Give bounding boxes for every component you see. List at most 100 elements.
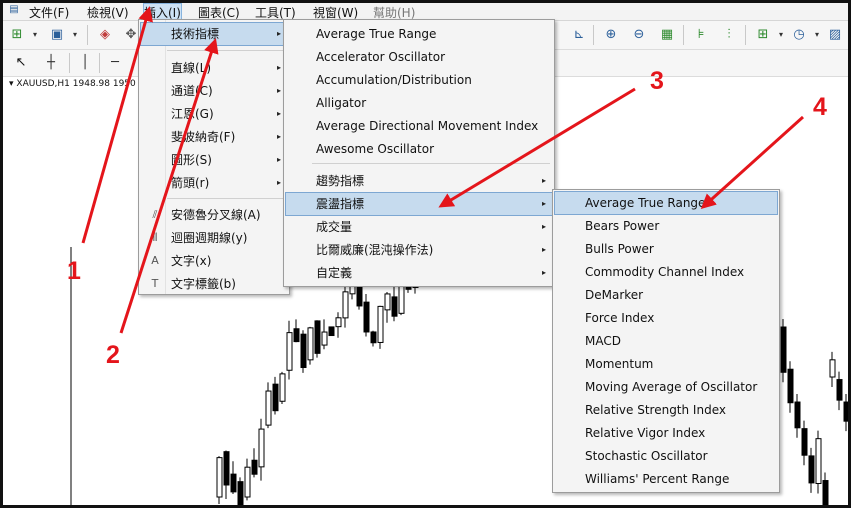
dropdown-arrow-icon[interactable]: ▾ (771, 25, 791, 45)
indicator-menu-item-label: Accumulation/Distribution (316, 73, 472, 87)
menu-view[interactable]: 檢視(V) (87, 4, 129, 21)
oscillator-menu-item[interactable]: DeMarker (555, 284, 777, 306)
market-watch-icon[interactable]: ◈ (95, 25, 115, 45)
candle-body (314, 320, 321, 354)
insert-menu-item[interactable]: 通道(C) ▸ (141, 80, 287, 102)
oscillator-menu-item-label: MACD (585, 334, 621, 348)
cursor-icon[interactable]: ↖ (11, 53, 31, 73)
indicator-menu-item-label: 比爾威廉(混沌操作法) (316, 243, 434, 257)
submenu-arrow-icon: ▸ (276, 178, 281, 187)
auto-scroll-icon[interactable]: ⊧ (691, 25, 711, 45)
oscillator-menu-item[interactable]: Relative Vigor Index (555, 422, 777, 444)
oscillator-menu-item[interactable]: Relative Strength Index (555, 399, 777, 421)
oscillator-menu-item[interactable]: Moving Average of Oscillator (555, 376, 777, 398)
indicator-menu-item-label: 成交量 (316, 220, 353, 234)
oscillator-menu-item-label: Bears Power (585, 219, 660, 233)
candle-body (307, 327, 314, 361)
indicator-menu-item-label: Average Directional Movement Index (316, 119, 539, 133)
submenu-arrow-icon: ▸ (541, 199, 546, 208)
candle-body (822, 480, 829, 505)
indicator-menu-item[interactable]: Average True Range (286, 23, 552, 45)
oscillator-menu-item[interactable]: Average True Range (554, 191, 778, 215)
candle-body (335, 317, 342, 328)
oscillator-menu-item-label: Stochastic Oscillator (585, 449, 708, 463)
dropdown-arrow-icon[interactable]: ▾ (25, 25, 45, 45)
horizontal-line-icon[interactable]: ─ (105, 53, 125, 73)
insert-menu-item[interactable]: A 文字(x) (141, 250, 287, 272)
insert-menu-item[interactable]: ⦀ 迴圈週期線(y) (141, 227, 287, 249)
candle-body (808, 455, 815, 484)
indicator-menu-item[interactable]: Average Directional Movement Index (286, 115, 552, 137)
dropdown-arrow-icon[interactable]: ▾ (807, 25, 827, 45)
candle-body (843, 401, 848, 422)
new-chart-icon[interactable]: ⊞ (7, 25, 27, 45)
candle-body (251, 459, 258, 475)
candle-body (328, 326, 335, 337)
oscillator-menu-item[interactable]: Williams' Percent Range (555, 468, 777, 490)
vertical-line-icon[interactable]: │ (75, 53, 95, 73)
zoom-out-icon[interactable]: ⊖ (629, 25, 649, 45)
indicator-menu-item[interactable]: 比爾威廉(混沌操作法) ▸ (286, 239, 552, 261)
periods-clock-icon[interactable]: ◷ (789, 25, 809, 45)
indicator-menu-item[interactable]: 趨勢指標 ▸ (286, 170, 552, 192)
indicator-menu-item-label: Average True Range (316, 27, 437, 41)
insert-item-icon: A (151, 254, 159, 267)
indicator-menu-item[interactable]: Alligator (286, 92, 552, 114)
candle-body (300, 333, 307, 369)
oscillator-menu-item[interactable]: Commodity Channel Index (555, 261, 777, 283)
tile-windows-icon[interactable]: ▦ (657, 25, 677, 45)
candle-body (223, 451, 230, 486)
insert-menu-item[interactable]: 技術指標 ▸ (140, 22, 288, 46)
indicator-menu-item[interactable]: 成交量 ▸ (286, 216, 552, 238)
insert-menu-item[interactable]: 圖形(S) ▸ (141, 149, 287, 171)
candle-body (801, 428, 808, 456)
indicator-menu-item[interactable]: 自定義 ▸ (286, 262, 552, 284)
candle-body (370, 331, 377, 344)
profiles-icon[interactable]: ▣ (47, 25, 67, 45)
candle-body (342, 291, 349, 319)
oscillator-menu-item[interactable]: Force Index (555, 307, 777, 329)
insert-menu-item[interactable]: 箭頭(r) ▸ (141, 172, 287, 194)
oscillator-menu-item[interactable]: Stochastic Oscillator (555, 445, 777, 467)
insert-menu-item[interactable]: 江恩(G) ▸ (141, 103, 287, 125)
period-separators-icon[interactable]: ⫶ (719, 25, 739, 45)
submenu-arrow-icon: ▸ (541, 245, 546, 254)
menu-file[interactable]: 文件(F) (29, 4, 69, 21)
indicator-menu-item-label: 震盪指標 (316, 197, 365, 211)
oscillator-menu-item-label: DeMarker (585, 288, 644, 302)
oscillator-menu-item[interactable]: Bears Power (555, 215, 777, 237)
chart-shift-icon[interactable]: ⊾ (569, 25, 589, 45)
oscillator-menu-item[interactable]: Bulls Power (555, 238, 777, 260)
insert-menu-item-label: 箭頭(r) (171, 176, 210, 190)
oscillator-menu-item-label: Commodity Channel Index (585, 265, 745, 279)
candle-body (279, 373, 286, 402)
indicator-menu-item-label: Accelerator Oscillator (316, 50, 446, 64)
dropdown-arrow-icon[interactable]: ▾ (841, 25, 848, 45)
insert-menu-item[interactable]: T 文字標籤(b) (141, 273, 287, 295)
insert-menu-item[interactable]: 斐波納奇(F) ▸ (141, 126, 287, 148)
insert-menu-item-label: 通道(C) (171, 84, 213, 98)
indicator-menu-item[interactable]: Accelerator Oscillator (286, 46, 552, 68)
oscillator-menu-item[interactable]: Momentum (555, 353, 777, 375)
oscillators-menu: Average True Range Bears Power Bulls Power… (552, 189, 780, 493)
toolbar-separator (745, 25, 746, 45)
candle-body (237, 481, 244, 505)
indicators-icon[interactable]: ⊞ (753, 25, 773, 45)
oscillator-menu-item-label: Momentum (585, 357, 654, 371)
indicator-menu-item[interactable]: 震盪指標 ▸ (285, 192, 553, 216)
indicator-menu-item-label: Alligator (316, 96, 367, 110)
submenu-arrow-icon: ▸ (276, 155, 281, 164)
indicator-menu-item[interactable]: Awesome Oscillator (286, 138, 552, 160)
indicator-menu-item[interactable]: Accumulation/Distribution (286, 69, 552, 91)
candle-body (787, 368, 794, 404)
oscillator-menu-item[interactable]: MACD (555, 330, 777, 352)
zoom-in-icon[interactable]: ⊕ (601, 25, 621, 45)
toolbar-separator (87, 25, 88, 45)
insert-menu-item[interactable]: ⫽ 安德魯分叉線(A) (141, 204, 287, 226)
insert-menu-item[interactable]: 直線(L) ▸ (141, 57, 287, 79)
dropdown-arrow-icon[interactable]: ▾ (65, 25, 85, 45)
candle-body (265, 390, 272, 426)
candle-body (815, 438, 822, 485)
insert-menu-item-label: 斐波納奇(F) (171, 130, 236, 144)
crosshair-icon[interactable]: ┼ (41, 53, 61, 73)
